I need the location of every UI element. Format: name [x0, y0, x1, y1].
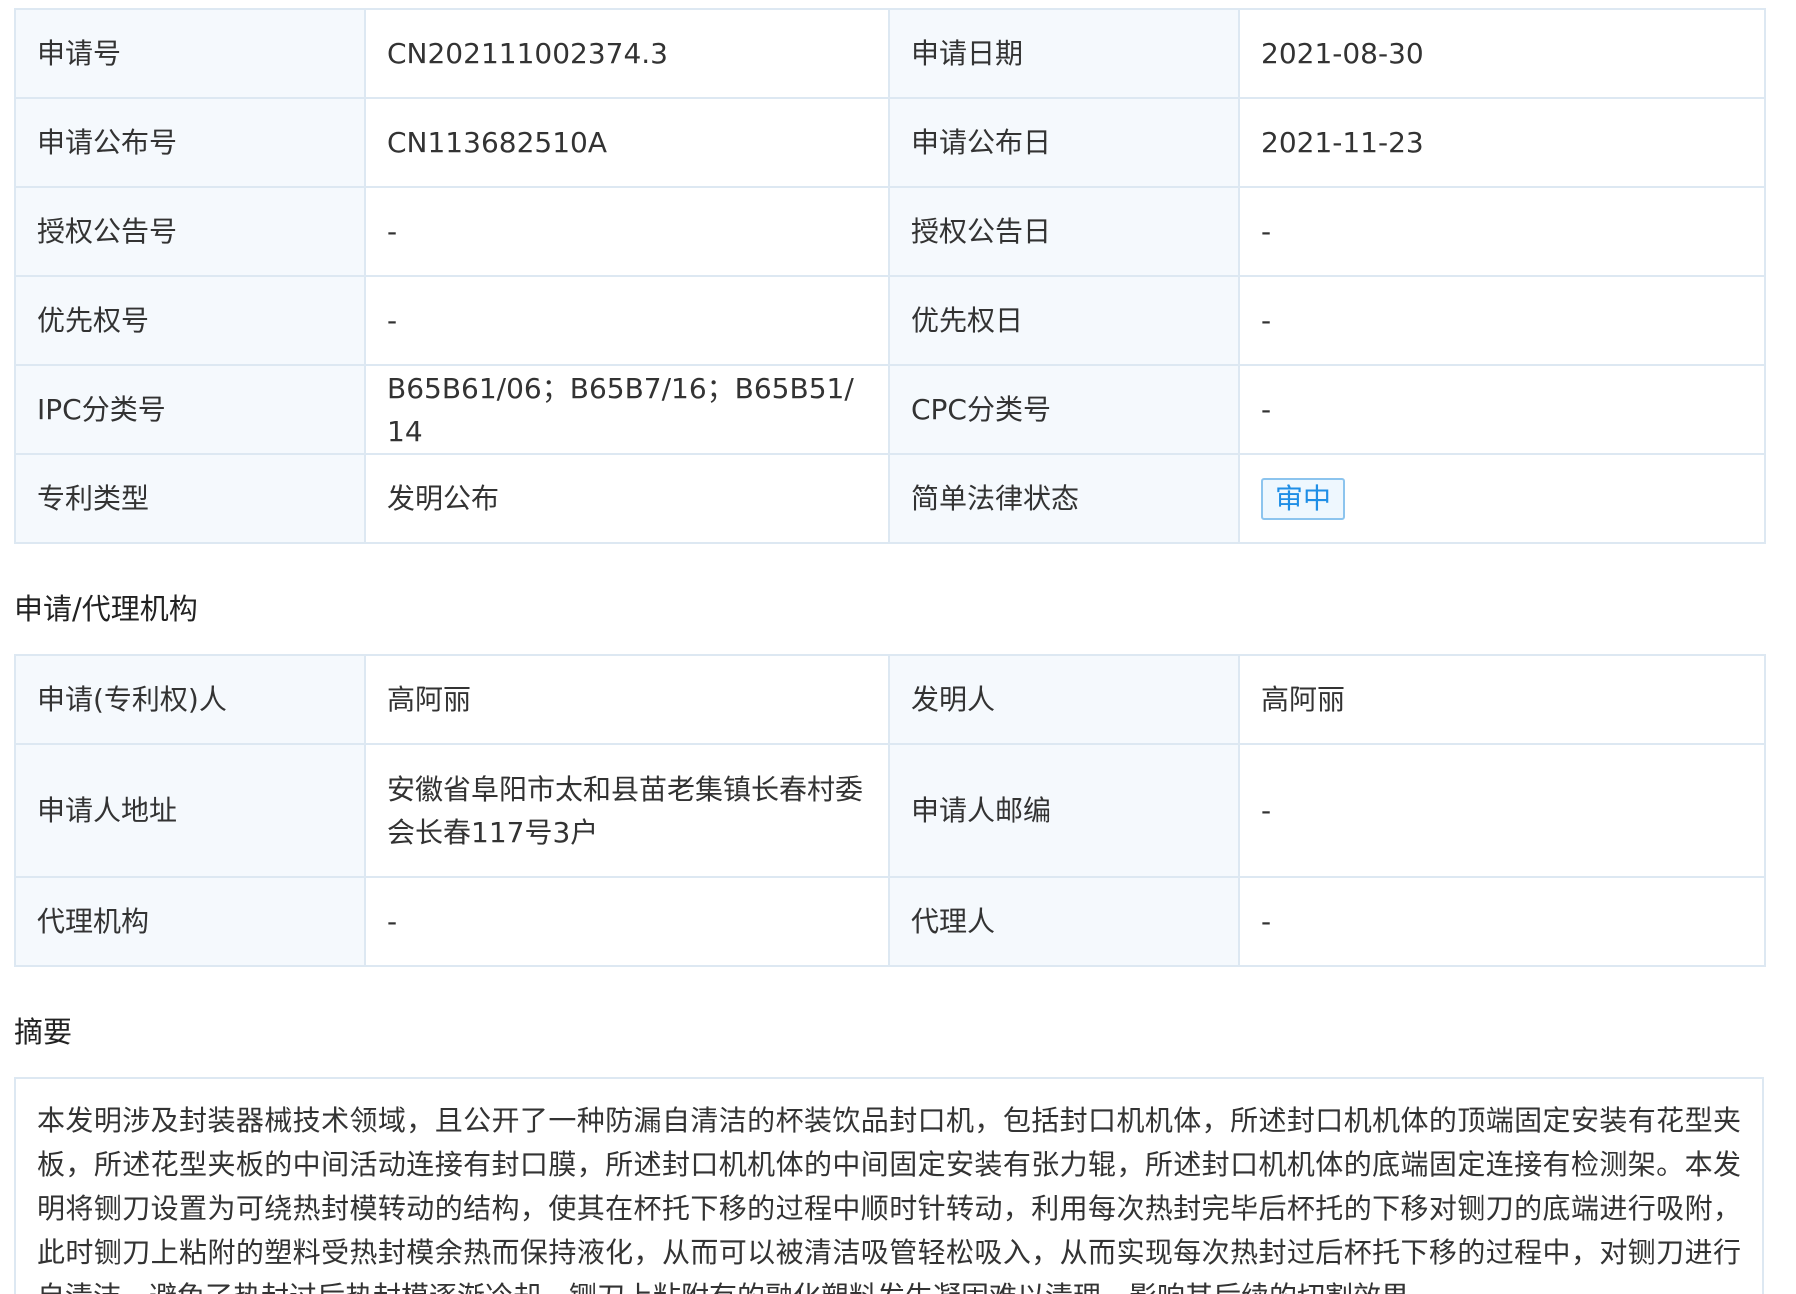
table-row: 代理机构 - 代理人 - — [14, 876, 1766, 967]
priority-number-label: 优先权号 — [14, 275, 366, 366]
ipc-value: B65B61/06；B65B7/16；B65B51/14 — [364, 364, 890, 455]
priority-date-value: - — [1238, 275, 1766, 366]
inventor-label: 发明人 — [888, 654, 1240, 745]
application-date-label: 申请日期 — [888, 8, 1240, 99]
publication-date-value: 2021-11-23 — [1238, 97, 1766, 188]
cpc-value: - — [1238, 364, 1766, 455]
patent-detail-page: 申请号 CN202111002374.3 申请日期 2021-08-30 申请公… — [0, 0, 1796, 1294]
agency-section-title: 申请/代理机构 — [14, 592, 198, 626]
basic-info-table: 申请号 CN202111002374.3 申请日期 2021-08-30 申请公… — [14, 8, 1766, 544]
applicant-value: 高阿丽 — [364, 654, 890, 745]
table-row: 申请人地址 安徽省阜阳市太和县苗老集镇长春村委会长春117号3户 申请人邮编 - — [14, 743, 1766, 878]
legal-status-cell: 审中 — [1238, 453, 1766, 544]
grant-number-label: 授权公告号 — [14, 186, 366, 277]
patent-type-label: 专利类型 — [14, 453, 366, 544]
ipc-label: IPC分类号 — [14, 364, 366, 455]
publication-date-label: 申请公布日 — [888, 97, 1240, 188]
applicant-zipcode-value: - — [1238, 743, 1766, 878]
publication-number-label: 申请公布号 — [14, 97, 366, 188]
inventor-value: 高阿丽 — [1238, 654, 1766, 745]
status-badge: 审中 — [1261, 478, 1346, 520]
application-date-value: 2021-08-30 — [1238, 8, 1766, 99]
cpc-label: CPC分类号 — [888, 364, 1240, 455]
table-row: 申请(专利权)人 高阿丽 发明人 高阿丽 — [14, 654, 1766, 745]
table-row: IPC分类号 B65B61/06；B65B7/16；B65B51/14 CPC分… — [14, 364, 1766, 455]
applicant-address-value: 安徽省阜阳市太和县苗老集镇长春村委会长春117号3户 — [364, 743, 890, 878]
table-row: 授权公告号 - 授权公告日 - — [14, 186, 1766, 277]
application-number-label: 申请号 — [14, 8, 366, 99]
applicant-zipcode-label: 申请人邮编 — [888, 743, 1240, 878]
agency-value: - — [364, 876, 890, 967]
priority-date-label: 优先权日 — [888, 275, 1240, 366]
table-row: 申请号 CN202111002374.3 申请日期 2021-08-30 — [14, 8, 1766, 99]
grant-date-label: 授权公告日 — [888, 186, 1240, 277]
agent-label: 代理人 — [888, 876, 1240, 967]
grant-date-value: - — [1238, 186, 1766, 277]
applicant-address-label: 申请人地址 — [14, 743, 366, 878]
table-row: 专利类型 发明公布 简单法律状态 审中 — [14, 453, 1766, 544]
patent-type-value: 发明公布 — [364, 453, 890, 544]
agency-table: 申请(专利权)人 高阿丽 发明人 高阿丽 申请人地址 安徽省阜阳市太和县苗老集镇… — [14, 654, 1766, 967]
agency-label: 代理机构 — [14, 876, 366, 967]
legal-status-label: 简单法律状态 — [888, 453, 1240, 544]
abstract-section-title: 摘要 — [14, 1015, 73, 1049]
table-row: 申请公布号 CN113682510A 申请公布日 2021-11-23 — [14, 97, 1766, 188]
application-number-value: CN202111002374.3 — [364, 8, 890, 99]
abstract-text: 本发明涉及封装器械技术领域，且公开了一种防漏自清洁的杯装饮品封口机，包括封口机机… — [14, 1077, 1764, 1294]
table-row: 优先权号 - 优先权日 - — [14, 275, 1766, 366]
grant-number-value: - — [364, 186, 890, 277]
applicant-label: 申请(专利权)人 — [14, 654, 366, 745]
publication-number-value: CN113682510A — [364, 97, 890, 188]
priority-number-value: - — [364, 275, 890, 366]
agent-value: - — [1238, 876, 1766, 967]
